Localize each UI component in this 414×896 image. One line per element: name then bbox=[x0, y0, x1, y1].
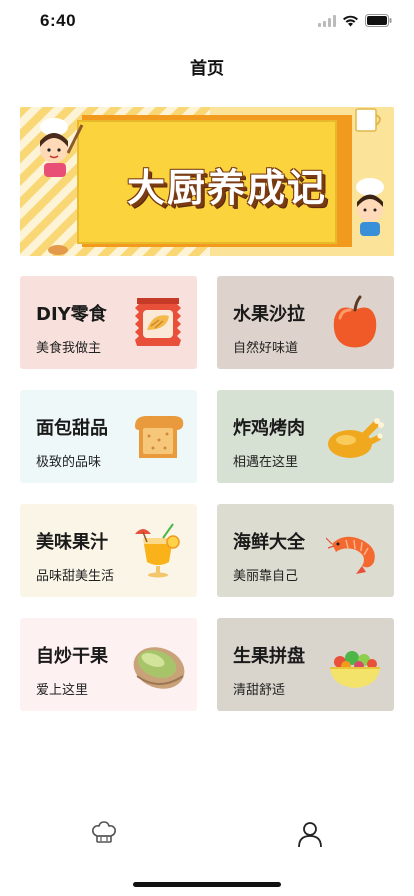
category-subtitle: 自然好味道 bbox=[233, 341, 299, 356]
category-subtitle: 相遇在这里 bbox=[233, 455, 299, 470]
category-card-seafood[interactable]: 海鲜大全 美丽靠自己 bbox=[217, 504, 394, 597]
category-subtitle: 美丽靠自己 bbox=[233, 569, 299, 584]
chef-hat-icon bbox=[92, 821, 116, 843]
status-bar: 6:40 bbox=[0, 0, 414, 44]
category-card-bread-dessert[interactable]: 面包甜品 极致的品味 bbox=[20, 390, 197, 483]
category-subtitle: 美食我做主 bbox=[36, 341, 102, 356]
chef-boy-right-icon bbox=[356, 178, 384, 236]
snack-bag-icon bbox=[135, 298, 181, 346]
category-subtitle: 爱上这里 bbox=[36, 683, 89, 698]
category-title: 生果拼盘 bbox=[233, 646, 305, 667]
pistachio-icon bbox=[133, 647, 185, 689]
category-subtitle: 清甜舒适 bbox=[233, 683, 286, 698]
category-card-fruit-platter[interactable]: 生果拼盘 清甜舒适 bbox=[217, 618, 394, 711]
category-card-juice[interactable]: 美味果汁 品味甜美生活 bbox=[20, 504, 197, 597]
banner[interactable]: 大厨养成记 bbox=[20, 107, 394, 256]
category-card-fried-chicken[interactable]: 炸鸡烤肉 相遇在这里 bbox=[217, 390, 394, 483]
category-card-fruit-salad[interactable]: 水果沙拉 自然好味道 bbox=[217, 276, 394, 369]
home-indicator bbox=[133, 882, 281, 887]
user-icon bbox=[298, 822, 322, 848]
shrimp-icon bbox=[326, 536, 375, 574]
status-icons bbox=[318, 14, 392, 27]
salad-bowl-icon bbox=[330, 651, 380, 688]
category-title: 自炒干果 bbox=[36, 646, 108, 667]
category-title: 海鲜大全 bbox=[233, 532, 305, 553]
category-title: DIY零食 bbox=[36, 304, 107, 325]
wifi-icon bbox=[343, 15, 358, 26]
tab-bar bbox=[0, 812, 414, 862]
page-title: 首页 bbox=[190, 59, 224, 79]
battery-icon bbox=[365, 14, 392, 27]
juice-glass-icon bbox=[135, 523, 180, 578]
category-card-nuts[interactable]: 自炒干果 爱上这里 bbox=[20, 618, 197, 711]
category-title: 面包甜品 bbox=[36, 418, 108, 439]
roast-chicken-icon bbox=[328, 418, 384, 458]
signal-icon bbox=[318, 14, 336, 27]
cup-icon bbox=[355, 108, 381, 132]
status-time: 6:40 bbox=[40, 11, 77, 30]
category-subtitle: 品味甜美生活 bbox=[36, 569, 115, 584]
bread-icon bbox=[135, 416, 184, 458]
category-title: 炸鸡烤肉 bbox=[233, 418, 305, 439]
category-title: 水果沙拉 bbox=[233, 304, 305, 325]
tab-profile[interactable] bbox=[296, 820, 324, 848]
category-subtitle: 极致的品味 bbox=[36, 455, 102, 470]
category-title: 美味果汁 bbox=[36, 532, 108, 553]
category-card-diy-snack[interactable]: DIY零食 美食我做主 bbox=[20, 276, 197, 369]
apple-icon bbox=[333, 295, 377, 348]
banner-title: 大厨养成记 bbox=[126, 166, 327, 210]
tab-home[interactable] bbox=[90, 820, 118, 848]
